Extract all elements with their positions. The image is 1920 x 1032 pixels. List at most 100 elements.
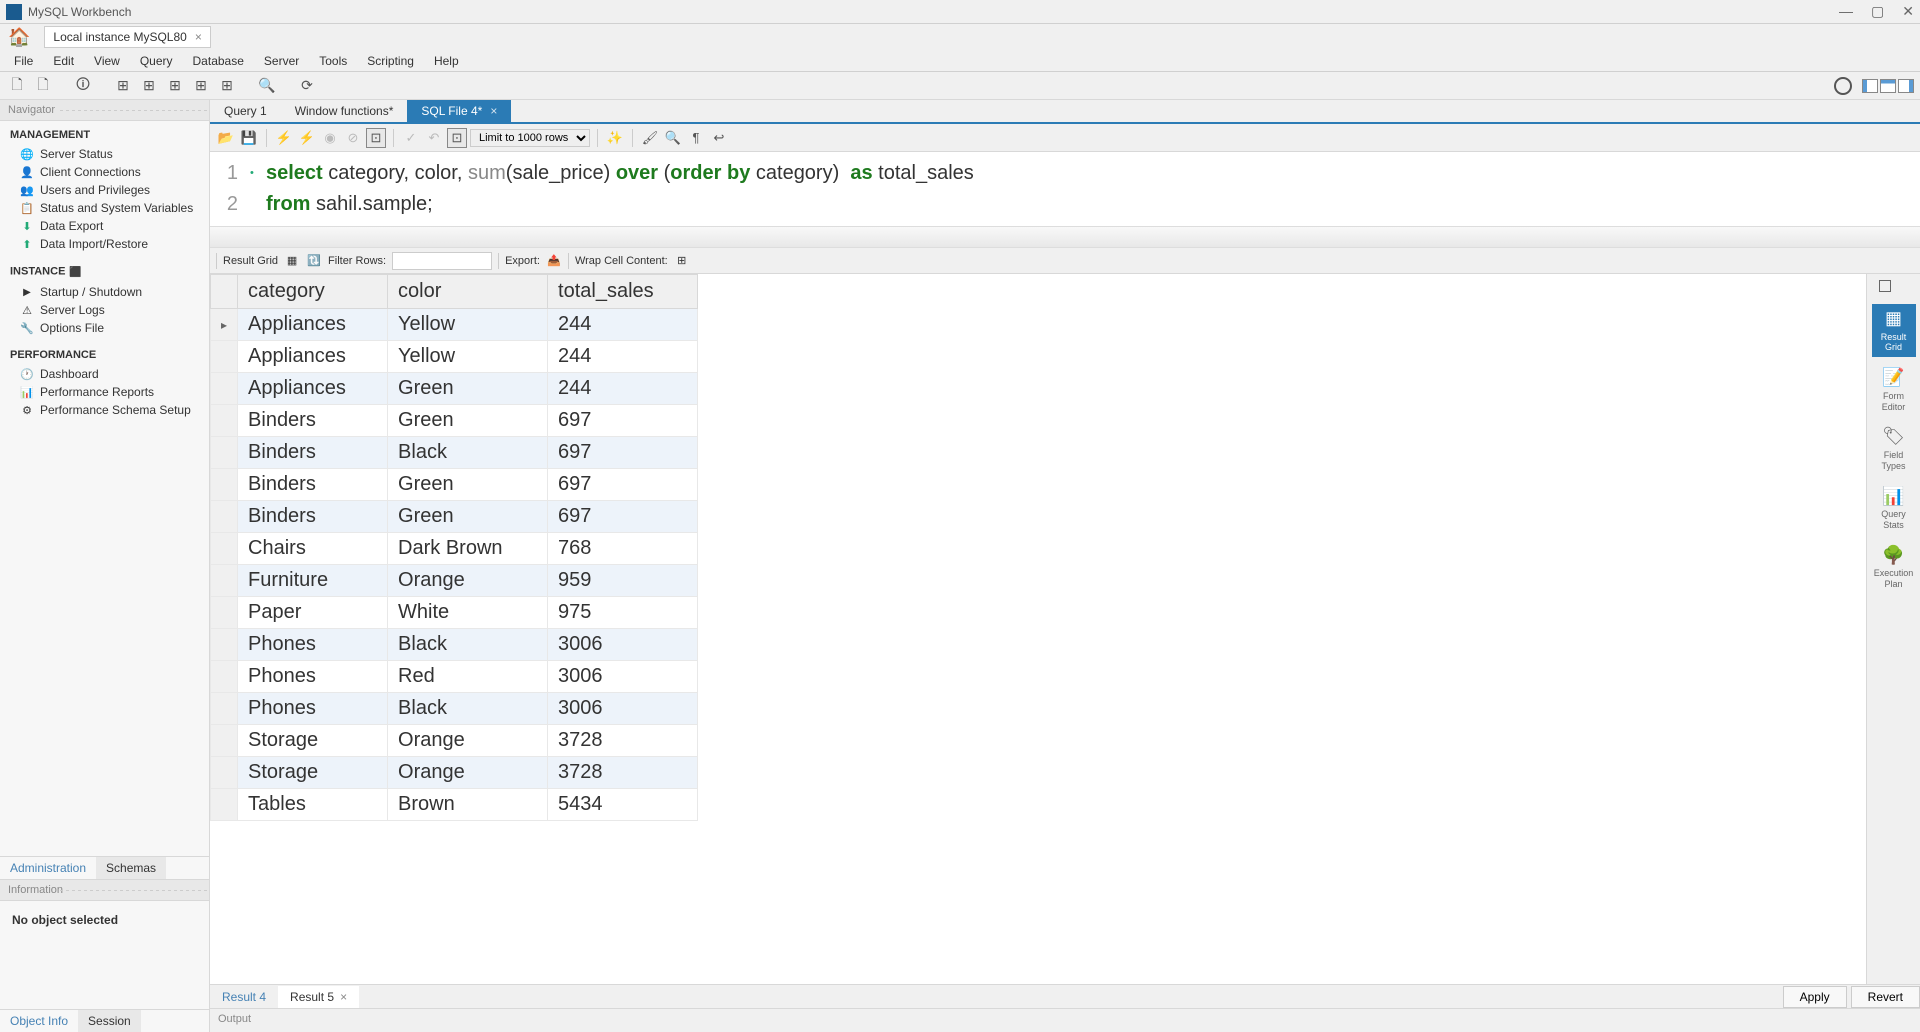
create-function-button[interactable]: ⊞ [216,75,238,97]
cell[interactable]: Chairs [238,533,388,565]
wrap-cell-icon[interactable]: ⊞ [674,253,690,269]
table-row[interactable]: PhonesRed3006 [211,661,698,693]
open-file-button[interactable]: 📂 [216,128,236,148]
cell[interactable]: Orange [388,725,548,757]
menu-help[interactable]: Help [424,54,469,68]
cell[interactable]: Black [388,437,548,469]
side-btn-result-grid[interactable]: ▦ResultGrid [1872,304,1916,357]
cell[interactable]: Furniture [238,565,388,597]
cell[interactable]: 244 [548,373,698,405]
menu-edit[interactable]: Edit [43,54,84,68]
cell[interactable]: Green [388,469,548,501]
menu-database[interactable]: Database [183,54,254,68]
explain-button[interactable]: ◉ [320,128,340,148]
nav-item-server-logs[interactable]: Server Logs [0,301,209,319]
nav-item-options-file[interactable]: Options File [0,319,209,337]
cell[interactable]: Green [388,373,548,405]
nav-item-data-export[interactable]: Data Export [0,217,209,235]
cell[interactable]: 697 [548,469,698,501]
cell[interactable]: 3728 [548,757,698,789]
query-tab-sql-file-4-[interactable]: SQL File 4*× [407,100,511,122]
cell[interactable]: 3006 [548,693,698,725]
column-header-color[interactable]: color [388,275,548,309]
cell[interactable]: Storage [238,725,388,757]
commit-button[interactable]: ✓ [401,128,421,148]
cell[interactable]: Black [388,629,548,661]
export-icon[interactable]: 📤 [546,253,562,269]
tab-schemas[interactable]: Schemas [96,857,166,879]
menu-view[interactable]: View [84,54,130,68]
cell[interactable]: Appliances [238,341,388,373]
revert-button[interactable]: Revert [1851,986,1920,1008]
beautify-button[interactable]: ✨ [605,128,625,148]
column-header-total_sales[interactable]: total_sales [548,275,698,309]
table-row[interactable]: ▸AppliancesYellow244 [211,309,698,341]
limit-select[interactable]: Limit to 1000 rows [470,129,590,147]
cell[interactable]: Green [388,405,548,437]
cell[interactable]: 5434 [548,789,698,821]
sql-editor[interactable]: 1•select category, color, sum(sale_price… [210,152,1920,226]
result-tab-result-5[interactable]: Result 5× [278,986,359,1008]
nav-item-performance-schema-setup[interactable]: Performance Schema Setup [0,401,209,419]
tab-object-info[interactable]: Object Info [0,1010,78,1032]
refresh-icon[interactable]: 🔃 [306,253,322,269]
cell[interactable]: 975 [548,597,698,629]
home-icon[interactable]: 🏠 [8,27,30,48]
side-btn-form-editor[interactable]: 📝FormEditor [1872,363,1916,416]
filter-input[interactable] [392,252,492,270]
create-table-button[interactable]: ⊞ [138,75,160,97]
close-icon[interactable]: × [195,30,202,44]
cell[interactable]: Tables [238,789,388,821]
side-panel-toggle[interactable] [1879,280,1891,292]
nav-item-users-and-privileges[interactable]: Users and Privileges [0,181,209,199]
result-grid[interactable]: categorycolortotal_sales ▸AppliancesYell… [210,274,1866,984]
cell[interactable]: Phones [238,693,388,725]
cell[interactable]: Orange [388,757,548,789]
query-tab-window-functions-[interactable]: Window functions* [281,100,408,122]
side-btn-query-stats[interactable]: 📊QueryStats [1872,482,1916,535]
tab-administration[interactable]: Administration [0,857,96,879]
cell[interactable]: Phones [238,629,388,661]
open-sql-file-button[interactable]: 🗋 [32,75,54,97]
side-btn-execution-plan[interactable]: 🌳ExecutionPlan [1872,541,1916,594]
table-row[interactable]: BindersBlack697 [211,437,698,469]
create-view-button[interactable]: ⊞ [164,75,186,97]
cell[interactable]: Green [388,501,548,533]
table-row[interactable]: PhonesBlack3006 [211,693,698,725]
nav-item-startup-shutdown[interactable]: Startup / Shutdown [0,283,209,301]
cell[interactable]: Appliances [238,373,388,405]
query-tab-query-1[interactable]: Query 1 [210,100,281,122]
cell[interactable]: Appliances [238,309,388,341]
tab-session[interactable]: Session [78,1010,141,1032]
table-row[interactable]: ChairsDark Brown768 [211,533,698,565]
close-button[interactable]: ✕ [1902,3,1914,20]
table-row[interactable]: StorageOrange3728 [211,757,698,789]
table-row[interactable]: FurnitureOrange959 [211,565,698,597]
search-icon[interactable]: 🔍 [663,128,683,148]
cell[interactable]: 244 [548,341,698,373]
cell[interactable]: Dark Brown [388,533,548,565]
reconnect-button[interactable]: ⟳ [296,75,318,97]
new-sql-tab-button[interactable]: 🗋 [6,75,28,97]
table-row[interactable]: PhonesBlack3006 [211,629,698,661]
execute-current-button[interactable]: ⚡ [297,128,317,148]
table-row[interactable]: AppliancesGreen244 [211,373,698,405]
menu-file[interactable]: File [4,54,43,68]
close-icon[interactable]: × [490,104,497,118]
cell[interactable]: 244 [548,309,698,341]
nav-item-server-status[interactable]: Server Status [0,145,209,163]
inspector-button[interactable]: 🛈 [72,75,94,97]
nav-item-status-and-system-variables[interactable]: Status and System Variables [0,199,209,217]
nav-item-data-import-restore[interactable]: Data Import/Restore [0,235,209,253]
cell[interactable]: Binders [238,405,388,437]
table-row[interactable]: StorageOrange3728 [211,725,698,757]
cell[interactable]: Binders [238,501,388,533]
table-row[interactable]: BindersGreen697 [211,405,698,437]
cell[interactable]: Yellow [388,341,548,373]
cell[interactable]: Brown [388,789,548,821]
save-file-button[interactable]: 💾 [239,128,259,148]
create-procedure-button[interactable]: ⊞ [190,75,212,97]
create-schema-button[interactable]: ⊞ [112,75,134,97]
execute-button[interactable]: ⚡ [274,128,294,148]
invisible-chars-button[interactable]: ¶ [686,128,706,148]
